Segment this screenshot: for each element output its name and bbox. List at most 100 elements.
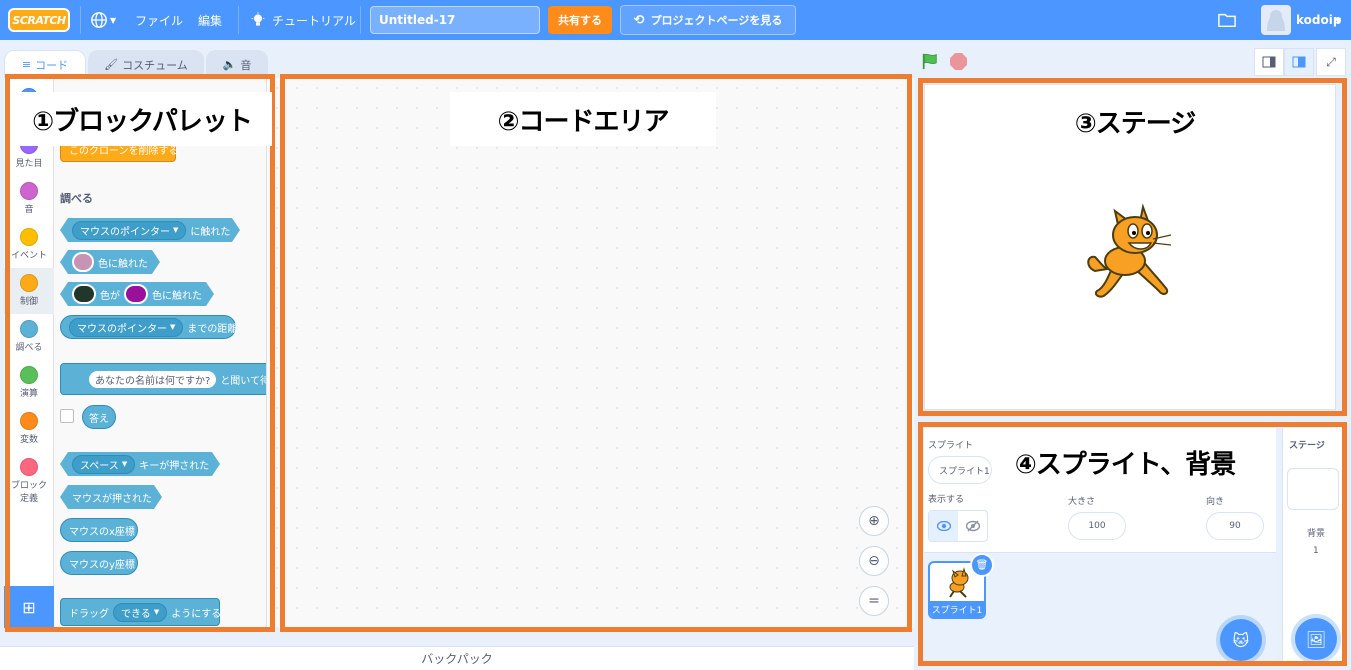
color-swatch[interactable] bbox=[72, 252, 94, 272]
touching-menu[interactable]: マウスのポインター ▼ bbox=[72, 221, 186, 240]
visibility-toggle bbox=[928, 510, 988, 542]
scratch-logo[interactable]: SCRATCH bbox=[8, 8, 70, 32]
category-dot bbox=[20, 274, 38, 292]
category-label: イベント bbox=[10, 251, 47, 261]
zoom-reset-button[interactable]: = bbox=[859, 586, 889, 616]
category-dot bbox=[20, 366, 38, 384]
tutorials-button[interactable]: チュートリアル bbox=[250, 0, 356, 40]
hide-button[interactable] bbox=[958, 511, 987, 541]
stop-icon[interactable] bbox=[950, 53, 967, 70]
small-stage-button[interactable] bbox=[1254, 48, 1284, 76]
set-drag-mode-block[interactable]: ドラッグ できる ▼ ようにする bbox=[60, 598, 222, 626]
ask-and-wait-block[interactable]: あなたの名前は何ですか? と聞いて待つ bbox=[60, 363, 266, 395]
touching-block[interactable]: マウスのポインター ▼ に触れた bbox=[60, 218, 240, 242]
cat-plus-icon: 🐱 bbox=[1232, 630, 1250, 650]
category-operators[interactable]: 演算 bbox=[4, 366, 54, 412]
chevron-down-icon: ▼ bbox=[173, 226, 179, 234]
category-my-blocks[interactable]: ブロック定義 bbox=[4, 458, 54, 518]
key-menu[interactable]: スペース ▼ bbox=[72, 455, 135, 474]
scratch-cat-sprite[interactable] bbox=[1085, 201, 1177, 299]
tab-sounds[interactable]: 🔈 音 bbox=[206, 50, 268, 78]
mouse-down-block[interactable]: マウスが押された bbox=[60, 485, 162, 509]
large-stage-button[interactable] bbox=[1284, 48, 1314, 76]
direction-label: 向き bbox=[1206, 497, 1225, 507]
zoom-out-button[interactable]: ⊖ bbox=[859, 546, 889, 576]
mouse-x-block[interactable]: マウスのx座標 bbox=[60, 518, 138, 542]
category-sound[interactable]: 音 bbox=[4, 182, 54, 228]
stage-pane-title: ステージ bbox=[1289, 441, 1325, 451]
tab-costumes[interactable]: 🖌 コスチューム bbox=[88, 50, 204, 78]
language-menu[interactable]: ▼ bbox=[90, 0, 116, 40]
choose-backdrop-button[interactable]: 🖼 bbox=[1295, 618, 1337, 660]
category-label: 演算 bbox=[19, 389, 38, 399]
drag-mode-menu[interactable]: できる ▼ bbox=[113, 602, 168, 622]
see-project-page-label: プロジェクトページを見る bbox=[650, 14, 783, 27]
my-stuff-button[interactable] bbox=[1218, 0, 1236, 40]
distance-menu[interactable]: マウスのポインター ▼ bbox=[69, 317, 184, 337]
zoom-in-button[interactable]: ⊕ bbox=[859, 506, 889, 536]
delete-sprite-button[interactable]: 🗑 bbox=[970, 553, 994, 577]
backdrops-label: 背景 bbox=[1307, 529, 1326, 539]
color-swatch[interactable] bbox=[124, 284, 148, 304]
category-label: 音 bbox=[24, 205, 34, 215]
code-blocks-icon: ≡ bbox=[21, 58, 32, 71]
project-title-input[interactable] bbox=[370, 6, 540, 34]
category-dot bbox=[20, 320, 38, 338]
annotation-code-area: ②コードエリア bbox=[450, 92, 716, 146]
color-touching-color-block[interactable]: 色が 色に触れた bbox=[60, 282, 214, 306]
backdrop-plus-icon: 🖼 bbox=[1305, 629, 1327, 649]
add-extension-button[interactable]: ⊞ bbox=[4, 586, 54, 628]
see-project-page-button[interactable]: ⟲ プロジェクトページを見る bbox=[620, 5, 796, 35]
ask-prompt-input[interactable]: あなたの名前は何ですか? bbox=[89, 370, 217, 388]
tab-code[interactable]: ≡ コード bbox=[4, 50, 86, 78]
sprite-list: スプライト1 🗑 🐱 bbox=[924, 553, 1276, 663]
block-palette: このクローンを削除する 調べる マウスのポインター ▼ に触れた 色に触れた 色が… bbox=[54, 78, 266, 628]
tab-sounds-label: 音 bbox=[240, 58, 252, 72]
category-control[interactable]: 制御 bbox=[4, 268, 54, 314]
file-menu[interactable]: ファイル bbox=[135, 0, 183, 40]
show-button[interactable] bbox=[929, 511, 958, 541]
chevron-down-icon: ▼ bbox=[110, 15, 117, 25]
share-button[interactable]: 共有する bbox=[548, 6, 612, 34]
size-label: 大きさ bbox=[1068, 497, 1096, 507]
backpack-header[interactable]: バックパック bbox=[0, 646, 914, 670]
category-dot bbox=[20, 458, 38, 476]
sprite-name-input[interactable]: スプライト1 bbox=[928, 456, 992, 484]
green-flag-icon[interactable] bbox=[921, 52, 939, 70]
sprite-label: スプライト bbox=[928, 441, 974, 451]
distance-to-block[interactable]: マウスのポインター ▼ までの距離 bbox=[60, 315, 237, 339]
eye-slash-icon bbox=[965, 520, 980, 532]
small-stage-icon bbox=[1262, 56, 1276, 68]
touching-color-block[interactable]: 色に触れた bbox=[60, 250, 160, 274]
code-workspace[interactable]: ⊕ ⊖ = bbox=[266, 78, 914, 628]
answer-checkbox[interactable] bbox=[60, 409, 74, 423]
lightbulb-icon bbox=[251, 12, 265, 26]
direction-input[interactable]: 90 bbox=[1206, 512, 1264, 540]
speaker-icon: 🔈 bbox=[222, 58, 237, 71]
mouse-y-block[interactable]: マウスのy座標 bbox=[60, 551, 138, 575]
tab-costumes-label: コスチューム bbox=[122, 58, 188, 72]
fullscreen-button[interactable]: ⤢ bbox=[1316, 48, 1346, 76]
stage-selector[interactable]: ステージ 背景 1 🖼 bbox=[1282, 428, 1342, 663]
category-label: 調べる bbox=[15, 343, 43, 353]
avatar[interactable] bbox=[1261, 5, 1291, 35]
drag-suffix: ようにする bbox=[171, 608, 222, 620]
ask-suffix: と聞いて待つ bbox=[220, 375, 266, 387]
touching-color-label: 色に触れた bbox=[98, 258, 148, 270]
category-sensing[interactable]: 調べる bbox=[4, 320, 54, 366]
annotation-sprites: ④スプライト、背景 bbox=[994, 440, 1256, 484]
chevron-down-icon[interactable]: ▼ bbox=[1335, 0, 1341, 40]
stage-thumbnail[interactable] bbox=[1287, 468, 1339, 510]
color-is-label: 色が bbox=[100, 290, 120, 302]
category-dot bbox=[20, 412, 38, 430]
edit-menu[interactable]: 編集 bbox=[198, 0, 222, 40]
key-pressed-block[interactable]: スペース ▼ キーが押された bbox=[60, 452, 220, 476]
zoom-in-icon: ⊕ bbox=[868, 513, 880, 529]
category-variables[interactable]: 変数 bbox=[4, 412, 54, 458]
size-input[interactable]: 100 bbox=[1068, 512, 1126, 540]
choose-sprite-button[interactable]: 🐱 bbox=[1220, 619, 1262, 661]
eye-icon bbox=[936, 521, 951, 531]
answer-block[interactable]: 答え bbox=[82, 405, 116, 429]
color-swatch[interactable] bbox=[72, 284, 96, 304]
scratch-cat-thumbnail bbox=[949, 567, 969, 598]
